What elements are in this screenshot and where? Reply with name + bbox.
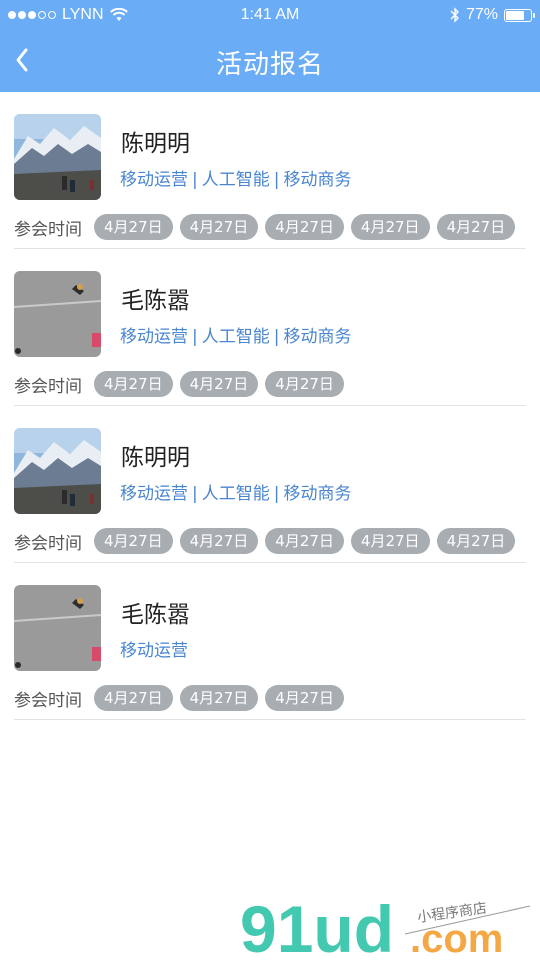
interest-tags: 移动运营 | 人工智能 | 移动商务	[120, 479, 351, 504]
watermark-brand: 91ud	[240, 892, 394, 960]
date-chip: 4月27日	[179, 214, 259, 240]
attendee-name: 毛陈嚣	[121, 602, 190, 628]
date-chip: 4月27日	[436, 528, 516, 554]
date-chip: 4月27日	[179, 685, 259, 711]
attendance-time-label: 参会时间	[14, 219, 82, 240]
attendance-time-label: 参会时间	[14, 533, 82, 554]
list-item[interactable]: 陈明明 移动运营 | 人工智能 | 移动商务 参会时间 4月27日 4月27日 4月27日 4月27…	[14, 406, 526, 563]
interest-tag: 人工智能	[201, 170, 270, 190]
date-chip: 4月27日	[179, 371, 259, 397]
date-chip: 4月27日	[265, 528, 344, 554]
status-bar: LYNN 1:41 AM 77%	[0, 0, 540, 30]
attendee-name: 陈明明	[121, 445, 190, 471]
interest-tag: 移动运营	[120, 327, 188, 347]
date-chip: 4月27日	[265, 685, 344, 711]
attendee-name: 毛陈嚣	[121, 288, 190, 314]
activity-thumbnail[interactable]	[14, 114, 101, 200]
interest-tag: 移动运营	[120, 641, 188, 661]
interest-tag: 移动商务	[283, 484, 352, 504]
date-chip: 4月27日	[94, 528, 173, 554]
tag-separator: |	[273, 170, 280, 190]
interest-tag: 移动运营	[120, 484, 188, 504]
tag-separator: |	[273, 327, 280, 347]
battery-level-fill	[506, 10, 524, 20]
date-chip: 4月27日	[436, 214, 516, 240]
date-chip: 4月27日	[179, 528, 259, 554]
page-title: 活动报名	[215, 50, 324, 80]
interest-tag: 人工智能	[201, 327, 270, 347]
attendee-name: 陈明明	[121, 131, 190, 157]
activity-thumbnail[interactable]	[14, 585, 101, 671]
battery-percent: 77%	[465, 6, 498, 23]
activity-thumbnail[interactable]	[14, 271, 101, 357]
battery-icon	[504, 8, 535, 22]
status-right: 77%	[450, 6, 535, 24]
attendance-time-label: 参会时间	[14, 690, 82, 711]
attendance-time-label: 参会时间	[14, 376, 82, 397]
date-chip: 4月27日	[265, 371, 344, 397]
activity-thumbnail-image	[14, 428, 101, 514]
bluetooth-icon	[450, 7, 459, 23]
date-chip: 4月27日	[94, 685, 173, 711]
date-chip: 4月27日	[94, 214, 173, 240]
attendance-time-row: 参会时间 4月27日 4月27日 4月27日	[14, 371, 351, 397]
activity-thumbnail-image	[14, 585, 101, 671]
attendance-time-row: 参会时间 4月27日 4月27日 4月27日 4月27日 4月27日	[14, 528, 522, 554]
activity-thumbnail-image	[14, 114, 101, 200]
tag-separator: |	[273, 484, 280, 504]
attendance-time-row: 参会时间 4月27日 4月27日 4月27日	[14, 685, 351, 711]
list-item[interactable]: 毛陈嚣 移动运营 | 人工智能 | 移动商务 参会时间 4月27日 4月27日 4月27日	[14, 249, 526, 406]
nav-bar: 活动报名	[0, 30, 540, 92]
tag-separator: |	[192, 484, 198, 504]
tag-separator: |	[192, 327, 198, 347]
interest-tags: 移动运营 | 人工智能 | 移动商务	[120, 322, 351, 347]
list-item[interactable]: 毛陈嚣 移动运营 参会时间 4月27日 4月27日 4月27日	[14, 563, 526, 720]
interest-tag: 移动运营	[120, 170, 188, 190]
date-chip: 4月27日	[94, 371, 173, 397]
registration-list: 陈明明 移动运营 | 人工智能 | 移动商务 参会时间 4月27日 4月27日 4月27日 4月27…	[14, 92, 526, 720]
list-item[interactable]: 陈明明 移动运营 | 人工智能 | 移动商务 参会时间 4月27日 4月27日 4月27日 4月27…	[14, 92, 526, 249]
date-chip: 4月27日	[350, 214, 430, 240]
interest-tags: 移动运营	[120, 636, 188, 661]
attendance-time-row: 参会时间 4月27日 4月27日 4月27日 4月27日 4月27日	[14, 214, 522, 240]
interest-tag: 人工智能	[201, 484, 270, 504]
header-bar: LYNN 1:41 AM 77% 活动报名	[0, 0, 540, 92]
tag-separator: |	[192, 170, 198, 190]
activity-thumbnail-image	[14, 271, 101, 357]
interest-tag: 移动商务	[283, 327, 352, 347]
interest-tag: 移动商务	[283, 170, 352, 190]
date-chip: 4月27日	[265, 214, 344, 240]
date-chip: 4月27日	[350, 528, 430, 554]
interest-tags: 移动运营 | 人工智能 | 移动商务	[120, 165, 351, 190]
activity-thumbnail[interactable]	[14, 428, 101, 514]
watermark-logo: 91ud .com 小程序商店	[240, 892, 531, 960]
